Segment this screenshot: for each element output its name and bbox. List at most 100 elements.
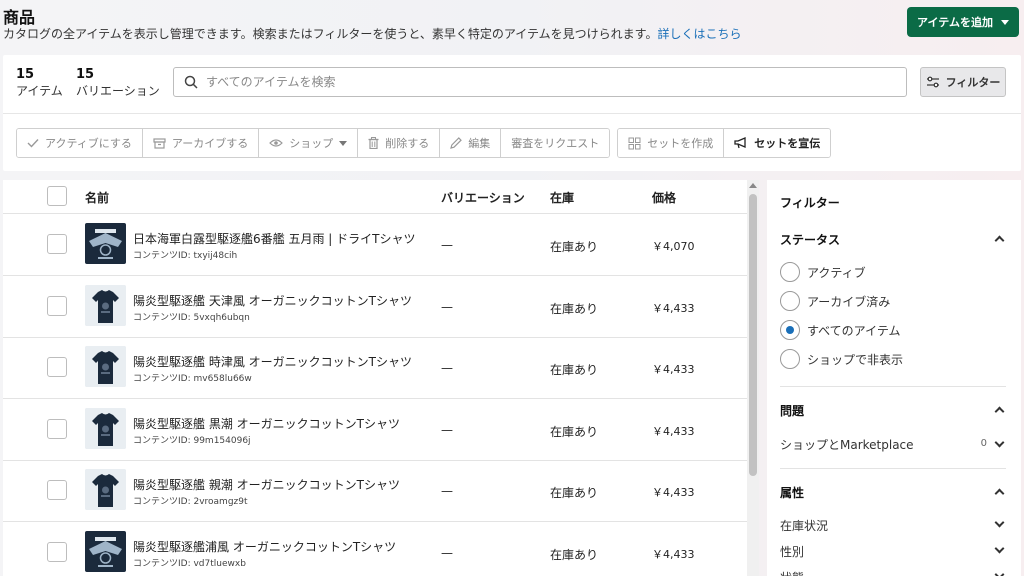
status-option[interactable]: アーカイブ済み xyxy=(780,291,890,311)
product-name[interactable]: 陽炎型駆逐艦浦風 オーガニックコットンTシャツ xyxy=(133,538,396,555)
status-radio[interactable] xyxy=(780,320,800,340)
chevron-up-icon[interactable] xyxy=(994,406,1005,417)
chevron-up-icon[interactable] xyxy=(994,488,1005,499)
row-checkbox[interactable] xyxy=(47,357,67,377)
content-id: コンテンツID: txyij48cih xyxy=(133,251,238,261)
select-all-checkbox[interactable] xyxy=(47,186,67,206)
status-option-label: ショップで非表示 xyxy=(807,352,904,367)
variations-cell: — xyxy=(441,361,453,375)
create-set-button[interactable]: セットを作成 xyxy=(618,129,725,157)
column-stock[interactable]: 在庫 xyxy=(550,189,574,206)
chevron-down-icon[interactable] xyxy=(994,569,1005,576)
product-thumbnail[interactable] xyxy=(85,223,126,264)
product-thumbnail[interactable] xyxy=(85,469,126,510)
promote-set-button[interactable]: セットを宣伝 xyxy=(724,129,831,157)
issues-shop-marketplace[interactable]: ショップとMarketplace xyxy=(780,436,914,453)
chevron-down-icon xyxy=(1000,19,1009,25)
add-item-button[interactable]: アイテムを追加 xyxy=(907,7,1019,37)
status-option[interactable]: すべてのアイテム xyxy=(780,320,900,340)
product-name[interactable]: 日本海軍白露型駆逐艦6番艦 五月雨 | ドライTシャツ xyxy=(133,230,415,247)
search-box[interactable] xyxy=(173,67,907,97)
status-option[interactable]: アクティブ xyxy=(780,262,866,282)
product-thumbnail[interactable] xyxy=(85,531,126,572)
table-row[interactable]: 陽炎型駆逐艦 親潮 オーガニックコットンTシャツコンテンツID: 2vroamg… xyxy=(3,460,747,522)
content-id: コンテンツID: mv658lu66w xyxy=(133,374,252,384)
scroll-up-icon[interactable] xyxy=(749,183,757,188)
product-name[interactable]: 陽炎型駆逐艦 天津風 オーガニックコットンTシャツ xyxy=(133,292,412,309)
product-name[interactable]: 陽炎型駆逐艦 時津風 オーガニックコットンTシャツ xyxy=(133,353,412,370)
price-cell: ￥4,433 xyxy=(652,363,695,376)
chevron-down-icon[interactable] xyxy=(994,543,1005,554)
variations-cell: — xyxy=(441,238,453,252)
variations-count: 15 xyxy=(76,67,95,82)
grid-icon xyxy=(628,137,641,149)
price-cell: ￥4,433 xyxy=(652,548,695,561)
pencil-icon xyxy=(450,137,463,149)
row-checkbox[interactable] xyxy=(47,480,67,500)
filter-divider xyxy=(780,386,1006,387)
table-row[interactable]: 陽炎型駆逐艦 時津風 オーガニックコットンTシャツコンテンツID: mv658l… xyxy=(3,337,747,399)
issues-count: 0 xyxy=(980,438,987,449)
chevron-down-icon[interactable] xyxy=(994,517,1005,528)
row-checkbox[interactable] xyxy=(47,296,67,316)
variations-label: バリエーション xyxy=(76,84,160,98)
issues-section-title[interactable]: 問題 xyxy=(780,402,804,419)
stock-cell: 在庫あり xyxy=(550,548,599,562)
column-variations[interactable]: バリエーション xyxy=(441,189,525,206)
archive-button[interactable]: アーカイブする xyxy=(142,129,260,157)
status-option[interactable]: ショップで非表示 xyxy=(780,349,903,369)
price-cell: ￥4,433 xyxy=(652,302,695,315)
edit-label: 編集 xyxy=(468,137,491,150)
request-review-label: 審査をリクエスト xyxy=(511,137,600,150)
content-id: コンテンツID: 5vxqh6ubqn xyxy=(133,313,250,323)
column-name[interactable]: 名前 xyxy=(85,189,109,206)
items-stat: 15 アイテム xyxy=(16,67,63,99)
variations-cell: — xyxy=(441,546,453,560)
attribute-filter-item[interactable]: 状態 xyxy=(780,569,804,576)
table-row[interactable]: 陽炎型駆逐艦浦風 オーガニックコットンTシャツ コンテンツID: vd7tluew… xyxy=(3,522,747,576)
table-row[interactable]: 陽炎型駆逐艦 天津風 オーガニックコットンTシャツコンテンツID: 5vxqh6… xyxy=(3,276,747,338)
status-option-label: すべてのアイテム xyxy=(807,323,901,338)
price-cell: ￥4,433 xyxy=(652,486,695,499)
delete-label: 削除する xyxy=(385,137,430,150)
attribute-filter-item[interactable]: 性別 xyxy=(780,543,804,560)
table-row[interactable]: 陽炎型駆逐艦 黒潮 オーガニックコットンTシャツ コンテンツID: 99m1540… xyxy=(3,399,747,461)
product-name[interactable]: 陽炎型駆逐艦 黒潮 オーガニックコットンTシャツ xyxy=(133,415,400,432)
learn-more-link[interactable]: 詳しくはこちら xyxy=(658,27,742,41)
product-thumbnail[interactable] xyxy=(85,346,126,387)
attribute-filter-item[interactable]: 在庫状況 xyxy=(780,517,828,534)
price-cell: ￥4,433 xyxy=(652,425,695,438)
check-icon xyxy=(27,139,39,148)
status-radio[interactable] xyxy=(780,262,800,282)
chevron-up-icon[interactable] xyxy=(994,235,1005,246)
chevron-down-icon[interactable] xyxy=(994,437,1005,448)
status-radio[interactable] xyxy=(780,291,800,311)
scrollbar-thumb[interactable] xyxy=(749,194,757,476)
archive-label: アーカイブする xyxy=(171,137,249,150)
column-price[interactable]: 価格 xyxy=(652,189,676,206)
status-section-title[interactable]: ステータス xyxy=(780,231,840,248)
content-id: コンテンツID: 2vroamgz9t xyxy=(133,497,248,507)
product-name[interactable]: 陽炎型駆逐艦 親潮 オーガニックコットンTシャツ xyxy=(133,476,400,493)
row-checkbox[interactable] xyxy=(47,542,67,562)
status-radio[interactable] xyxy=(780,349,800,369)
stock-cell: 在庫あり xyxy=(550,363,599,377)
variations-cell: — xyxy=(441,423,453,437)
product-thumbnail[interactable] xyxy=(85,285,126,326)
search-input[interactable] xyxy=(206,75,886,89)
request-review-button[interactable]: 審査をリクエスト xyxy=(501,129,610,157)
attributes-section-title[interactable]: 属性 xyxy=(780,484,804,501)
table-row[interactable]: 日本海軍白露型駆逐艦6番艦 五月雨 | ドライTシャツコンテンツID: txyi… xyxy=(3,214,747,276)
row-checkbox[interactable] xyxy=(47,234,67,254)
filter-button[interactable]: フィルター xyxy=(920,67,1006,97)
activate-button[interactable]: アクティブにする xyxy=(17,129,143,157)
product-thumbnail[interactable] xyxy=(85,408,126,449)
row-checkbox[interactable] xyxy=(47,419,67,439)
delete-button[interactable]: 削除する xyxy=(358,129,441,157)
status-option-label: アーカイブ済み xyxy=(807,294,891,309)
edit-button[interactable]: 編集 xyxy=(440,129,502,157)
shop-visibility-button[interactable]: ショップ xyxy=(259,129,359,157)
scrollbar[interactable] xyxy=(747,180,759,576)
create-set-label: セットを作成 xyxy=(647,137,714,150)
items-label: アイテム xyxy=(16,84,63,98)
